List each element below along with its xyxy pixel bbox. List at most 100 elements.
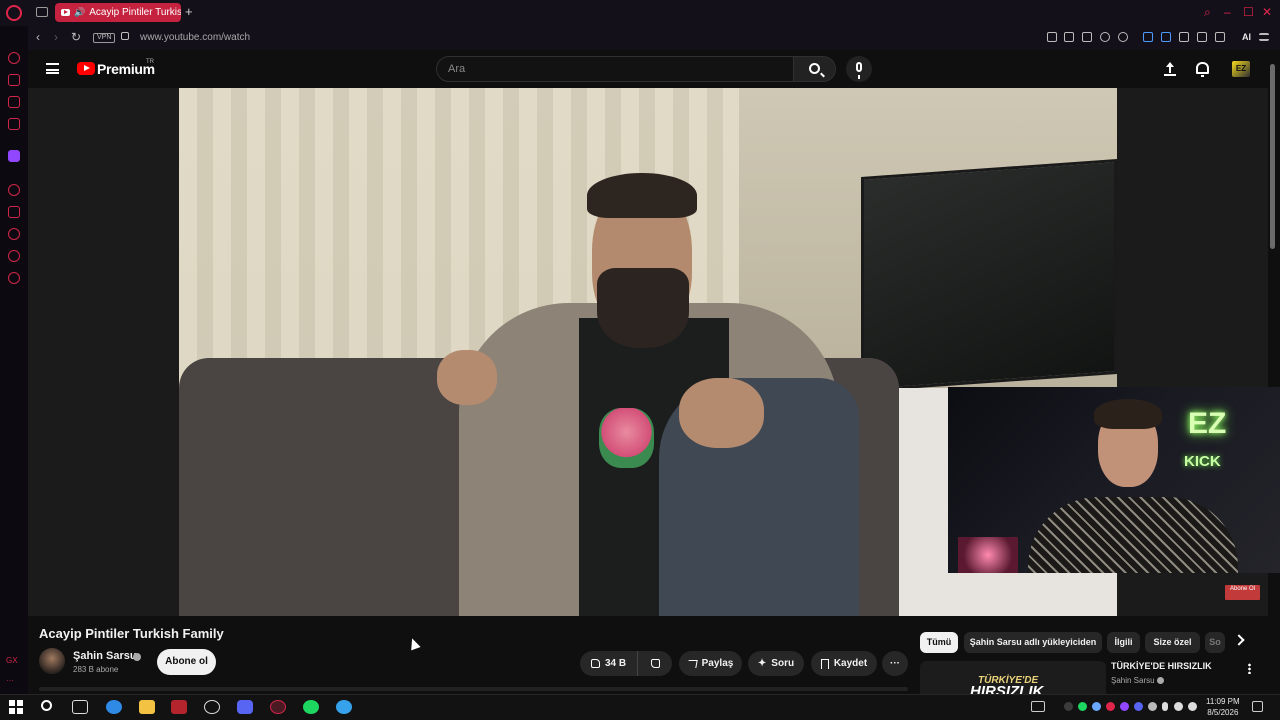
sparkle-icon: ✦ [757,658,767,669]
tray-microphone-icon[interactable] [1162,702,1168,711]
pin-icon[interactable] [1047,32,1057,42]
chevron-right-icon[interactable] [1233,634,1245,646]
save-button[interactable]: Kaydet [811,651,877,676]
twitch-icon[interactable] [8,150,20,162]
search-input[interactable]: Ara [436,56,794,82]
channel-name[interactable]: Şahin Sarsu [73,650,137,662]
scrollbar-thumb[interactable] [1270,64,1275,249]
video-person-beard [597,268,689,348]
tab-islands-icon[interactable] [36,7,48,17]
audio-icon[interactable] [1143,32,1153,42]
recommended-video-title[interactable]: TÜRKİYE'DE HIRSIZLIK [1111,661,1212,671]
vpn-badge[interactable]: VPN [93,33,116,43]
ai-button[interactable]: AI [1242,32,1251,42]
hamburger-menu-icon[interactable] [46,63,59,74]
page-scrollbar[interactable] [1269,50,1277,694]
forward-icon[interactable]: › [54,30,58,44]
bookmarks-icon[interactable] [8,206,20,218]
app-icon-red[interactable] [171,700,187,714]
wifi-icon[interactable] [1174,702,1183,711]
play-icon[interactable] [1100,32,1110,42]
task-view-icon[interactable] [72,700,88,714]
chip-related[interactable]: İlgili [1107,632,1140,653]
windows-start-icon[interactable] [9,700,23,714]
more-actions-button[interactable]: ··· [882,651,908,676]
create-upload-icon[interactable] [1164,62,1176,76]
new-tab-button[interactable]: + [185,4,193,19]
player-icon[interactable] [8,184,20,196]
close-window-icon[interactable]: ✕ [1262,5,1272,19]
volume-icon[interactable] [1188,702,1197,711]
file-explorer-icon[interactable] [139,700,155,714]
subscribe-button[interactable]: Abone ol [157,649,216,675]
speaker-icon[interactable]: 🔊 [74,7,85,18]
account-avatar[interactable]: EZ [1232,61,1250,77]
menu-icon[interactable] [1259,33,1269,41]
thumbnail-text-big: HIRSIZLIK [970,683,1044,694]
dislike-button[interactable] [638,651,672,676]
profile-icon[interactable] [1197,32,1207,42]
notification-center-icon[interactable] [1252,701,1263,712]
more-dots-icon: ··· [890,658,900,669]
share-button[interactable]: Paylaş [679,651,742,676]
tray-icon-1[interactable] [1064,702,1073,711]
spotify-icon[interactable] [303,700,319,714]
edge-browser-icon[interactable] [106,700,122,714]
minimize-icon[interactable]: – [1224,5,1231,19]
opera-gx-logo-icon[interactable] [6,5,22,21]
tray-steam-icon[interactable] [1092,702,1101,711]
messenger-icon[interactable] [8,118,20,130]
tray-spotify-icon[interactable] [1078,702,1087,711]
notifications-bell-icon[interactable] [1196,62,1209,77]
taskbar-clock[interactable]: 11:09 PM 8/5/2026 [1206,696,1240,718]
opera-gx-taskbar-icon[interactable] [270,700,286,714]
snapshot-icon[interactable] [1064,32,1074,42]
browser-tab-active[interactable]: 🔊 Acayip Pintiler Turkish F [55,3,181,22]
gx-control-icon[interactable] [8,96,20,108]
channel-avatar[interactable] [39,648,65,674]
taskbar-search-icon[interactable] [41,700,52,711]
translate-icon[interactable] [1161,32,1171,42]
chip-partial[interactable]: So [1205,632,1225,653]
chip-from-uploader[interactable]: Şahin Sarsu adlı yükleyiciden [964,632,1102,653]
recommended-video-channel[interactable]: Şahin Sarsu [1111,676,1155,685]
ai-assistant-icon[interactable] [8,52,20,64]
recommendation-menu-icon[interactable] [1248,663,1251,674]
like-button[interactable]: 34 B [580,651,638,676]
tray-gear-icon[interactable] [1148,702,1157,711]
heart-icon[interactable] [1118,32,1128,42]
back-icon[interactable]: ‹ [36,30,40,44]
gx-corner-icon[interactable] [8,74,20,86]
youtube-logo-icon[interactable] [77,62,95,75]
download-icon[interactable] [1215,32,1225,42]
shield-icon[interactable] [1082,32,1092,42]
url-field[interactable]: www.youtube.com/watch [140,32,250,43]
reload-icon[interactable]: ↻ [71,30,81,44]
voice-search-button[interactable] [846,56,872,82]
subscribe-watermark[interactable]: Abone Ol [1225,585,1260,600]
tray-opera-icon[interactable] [1106,702,1115,711]
search-button[interactable] [794,56,836,82]
history-icon[interactable] [8,228,20,240]
facecam-hair [1094,399,1162,429]
lock-icon[interactable] [121,32,129,40]
chip-for-you[interactable]: Size özel [1145,632,1200,653]
ask-button[interactable]: ✦ Soru [748,651,804,676]
app-icon-globe[interactable] [336,700,352,714]
keyboard-icon[interactable] [1031,701,1045,712]
browser-sidebar: GX ··· [0,26,28,694]
settings-icon[interactable] [8,272,20,284]
tray-app-icon[interactable] [1120,702,1129,711]
extensions-icon[interactable] [8,250,20,262]
chip-all[interactable]: Tümü [920,632,958,653]
sidebar-more-icon[interactable]: ··· [6,676,14,685]
search-tabs-icon[interactable]: ⌕ [1204,5,1211,20]
extensions-puzzle-icon[interactable] [1179,32,1189,42]
recommended-video-thumbnail[interactable]: TÜRKİYE'DE HIRSIZLIK [920,661,1106,694]
tray-discord-icon[interactable] [1134,702,1143,711]
app-icon-gauge[interactable] [204,700,220,714]
maximize-icon[interactable]: ☐ [1243,5,1254,19]
gx-label[interactable]: GX [6,656,18,665]
discord-icon[interactable] [237,700,253,714]
streamer-facecam: EZ KICK [948,387,1280,573]
